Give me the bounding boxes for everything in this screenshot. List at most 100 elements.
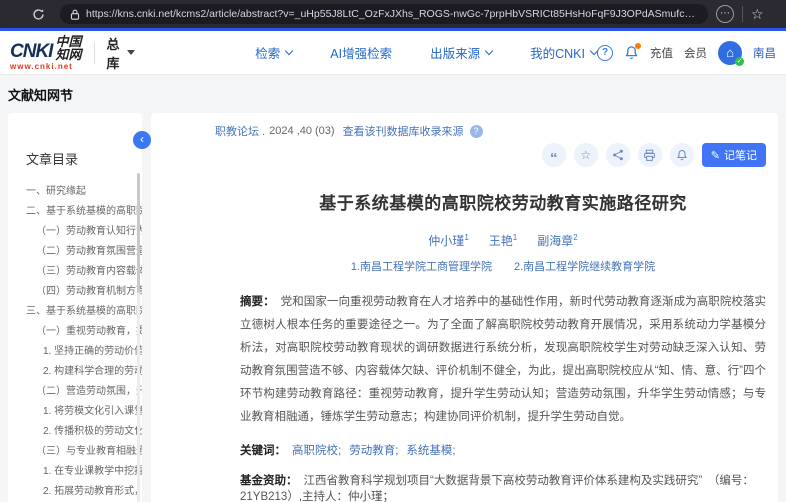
verified-check-icon: ✓ — [735, 57, 744, 66]
header-divider — [94, 42, 95, 64]
note-button[interactable]: ✎ 记笔记 — [702, 143, 766, 167]
toc-item[interactable]: 1. 坚持正确的劳动价值... — [8, 342, 142, 362]
toc-item[interactable]: 2. 传播积极的劳动文化。 — [8, 422, 142, 442]
keyword-link[interactable]: 系统基模; — [406, 445, 455, 457]
toc-item[interactable]: 1. 将劳模文化引入课堂。 — [8, 402, 142, 422]
nav-item-2[interactable]: 出版来源 — [430, 43, 492, 62]
quote-icon: “ — [550, 156, 558, 162]
article-toolbar: “ ☆ ✎ 记笔记 — [215, 143, 766, 167]
keyword-link[interactable]: 劳动教育; — [349, 445, 398, 457]
toc-item[interactable]: 2. 拓展劳动教育形式，... — [8, 482, 142, 502]
cnki-logo[interactable]: CNKI 中国知网 www.cnki.net — [10, 35, 82, 71]
notification-dot — [635, 43, 641, 49]
pen-icon: ✎ — [711, 149, 720, 162]
toc-item[interactable]: （三）与专业教育相融通，... — [8, 442, 142, 462]
follow-button[interactable] — [670, 143, 694, 167]
header-right: ? 充值 会员 ⌂ ✓ 南昌 — [597, 41, 776, 65]
fund-label: 基金资助： — [240, 475, 298, 487]
keywords-row: 关键词： 高职院校; 劳动教育; 系统基模; — [240, 442, 766, 458]
abstract-text: 党和国家一向重视劳动教育在人才培养中的基础性作用，新时代劳动教育逐渐成为高职院校… — [240, 296, 766, 423]
toolbar-divider — [742, 6, 743, 22]
affiliations: 1.南昌工程学院工商管理学院 2.南昌工程学院继续教育学院 — [240, 258, 766, 274]
meta-block: 摘要：党和国家一向重视劳动教育在人才培养中的基础性作用，新时代劳动教育逐渐成为高… — [240, 291, 766, 502]
nav-item-label: 我的CNKI — [530, 43, 585, 62]
chevron-down-icon — [485, 47, 493, 55]
journal-source-link[interactable]: 查看该刊数据库收录来源 — [343, 123, 464, 139]
toc-item[interactable]: 一、研究缘起 — [8, 182, 142, 202]
journal-link[interactable]: 职教论坛 . — [215, 123, 265, 139]
notification-bell-icon[interactable] — [624, 45, 639, 60]
header-nav: 检索 AI增强检索 出版来源 我的CNKI — [255, 43, 597, 62]
fund-text: 江西省教育科学规划项目“大数据背景下高校劳动教育评价体系建构及实践研究” （编号… — [240, 475, 754, 502]
toc-list: 一、研究缘起二、基于系统基模的高职院校...（一）劳动教育认知行为方...（二）… — [8, 182, 142, 502]
toc-item[interactable]: 1. 在专业课教学中挖掘... — [8, 462, 142, 482]
permissions-icon[interactable]: ⋯ — [716, 5, 734, 23]
zongku-label: 总库 — [107, 34, 123, 72]
recharge-link[interactable]: 充值 — [650, 45, 673, 61]
toc-item[interactable]: （一）重视劳动教育，提升... — [8, 322, 142, 342]
toc-item[interactable]: （一）劳动教育认知行为方... — [8, 222, 142, 242]
printer-icon — [643, 149, 656, 162]
institution-icon: ⌂ — [726, 45, 734, 60]
share-button[interactable] — [606, 143, 630, 167]
nav-item-label: 检索 — [255, 43, 280, 62]
print-button[interactable] — [638, 143, 662, 167]
cnki-header: CNKI 中国知网 www.cnki.net 总库 检索 AI增强检索 出版来源 我的… — [0, 31, 786, 75]
nav-item-0[interactable]: 检索 — [255, 43, 292, 62]
toc-title: 文章目录 — [8, 113, 142, 182]
logo-cnki-text: CNKI — [10, 42, 52, 61]
url-text: https://kns.cnki.net/kcms2/article/abstr… — [86, 8, 698, 20]
fund-row: 基金资助：江西省教育科学规划项目“大数据背景下高校劳动教育评价体系建构及实践研究… — [240, 472, 766, 502]
keywords-label: 关键词： — [240, 445, 286, 457]
article-title: 基于系统基模的高职院校劳动教育实施路径研究 — [240, 189, 766, 214]
sidebar-scrollbar[interactable] — [137, 173, 140, 502]
favorite-button[interactable]: ☆ — [574, 143, 598, 167]
reload-icon[interactable] — [26, 2, 50, 26]
member-link[interactable]: 会员 — [684, 45, 707, 61]
toc-item[interactable]: （三）劳动教育内容载体方... — [8, 262, 142, 282]
author-link[interactable]: 副海章2 — [537, 234, 577, 248]
logo-site-text: www.cnki.net — [10, 63, 82, 71]
share-icon — [612, 149, 624, 161]
browser-toolbar: https://kns.cnki.net/kcms2/article/abstr… — [0, 0, 786, 28]
toc-item[interactable]: （二）营造劳动氛围，升华... — [8, 382, 142, 402]
keyword-link[interactable]: 高职院校; — [292, 445, 341, 457]
article-card: 职教论坛 . 2024 ,40 (03) 查看该刊数据库收录来源 ? “ ☆ — [151, 113, 778, 502]
keywords-links: 高职院校; 劳动教育; 系统基模; — [292, 445, 464, 457]
scrollbar-thumb[interactable] — [137, 173, 140, 293]
toc-item[interactable]: （四）劳动教育机制方面 — [8, 282, 142, 302]
author-link[interactable]: 王艳1 — [489, 234, 517, 248]
logo-cn-text: 中国知网 — [55, 35, 81, 61]
bell-icon — [676, 149, 688, 161]
star-icon: ☆ — [580, 148, 591, 162]
user-avatar[interactable]: ⌂ ✓ — [718, 41, 742, 65]
toc-item[interactable]: （二）劳动教育氛围营造方... — [8, 242, 142, 262]
chevron-down-icon — [285, 47, 293, 55]
zongku-dropdown[interactable]: 总库 — [107, 34, 136, 72]
cite-button[interactable]: “ — [542, 143, 566, 167]
article-body: 基于系统基模的高职院校劳动教育实施路径研究 仲小瑾1 王艳1 副海章2 1.南昌工程… — [215, 189, 766, 502]
toc-item[interactable]: 2. 构建科学合理的劳动... — [8, 362, 142, 382]
sidebar-collapse-button[interactable]: ‹ — [133, 131, 151, 149]
help-icon[interactable]: ? — [597, 45, 613, 61]
toc-item[interactable]: 二、基于系统基模的高职院校... — [8, 202, 142, 222]
abstract-row: 摘要：党和国家一向重视劳动教育在人才培养中的基础性作用，新时代劳动教育逐渐成为高… — [240, 291, 766, 429]
page-area: 文献知网节 ‹ 文章目录 一、研究缘起二、基于系统基模的高职院校...（一）劳动… — [0, 75, 786, 502]
lock-icon — [70, 9, 80, 20]
section-label: 文献知网节 — [8, 85, 778, 104]
account-name[interactable]: 南昌 — [753, 45, 776, 61]
abstract-label: 摘要： — [240, 296, 275, 308]
nav-item-3[interactable]: 我的CNKI — [530, 43, 597, 62]
address-bar[interactable]: https://kns.cnki.net/kcms2/article/abstr… — [60, 4, 708, 24]
nav-item-label: 出版来源 — [430, 43, 480, 62]
author-link[interactable]: 仲小瑾1 — [428, 234, 468, 248]
nav-item-label: AI增强检索 — [330, 43, 392, 62]
journal-issue: 2024 ,40 (03) — [269, 125, 334, 137]
journal-help-icon[interactable]: ? — [470, 125, 483, 138]
journal-row: 职教论坛 . 2024 ,40 (03) 查看该刊数据库收录来源 ? — [215, 123, 766, 139]
toc-item[interactable]: 三、基于系统基模的高职院校... — [8, 302, 142, 322]
caret-down-icon — [127, 50, 135, 55]
nav-item-1[interactable]: AI增强检索 — [330, 43, 392, 62]
bookmark-star-icon[interactable]: ☆ — [751, 6, 764, 23]
authors-row: 仲小瑾1 王艳1 副海章2 — [240, 232, 766, 249]
